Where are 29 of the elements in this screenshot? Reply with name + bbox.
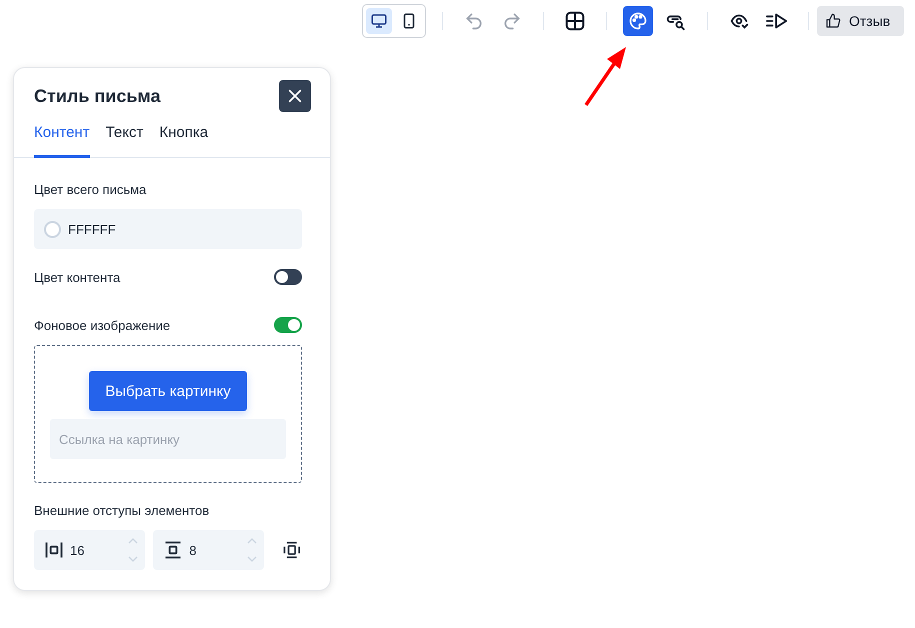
tab[interactable]: Текст	[106, 120, 144, 158]
close-button[interactable]	[279, 80, 311, 112]
thumbs-up-icon	[825, 13, 841, 29]
panel-title: Стиль письма	[34, 86, 160, 106]
choose-image-button[interactable]: Выбрать картинку	[89, 371, 247, 411]
spacing-link-icon[interactable]	[282, 540, 302, 560]
number-field[interactable]: 8	[153, 530, 264, 570]
field-label: Цвет контента	[34, 270, 120, 284]
color-field[interactable]: FFFFFF	[34, 209, 302, 249]
grid-icon	[564, 10, 586, 32]
palette-button[interactable]	[623, 6, 653, 36]
toggle-switch[interactable]	[274, 269, 302, 285]
field-label: Внешние отступы элементов	[34, 503, 210, 518]
vertical-spacing-icon	[163, 540, 184, 560]
redo-icon	[502, 11, 522, 31]
undo-icon	[464, 11, 484, 31]
field-label: Фоновое изображение	[34, 318, 170, 332]
monitor-icon	[370, 12, 388, 30]
desktop-button[interactable]	[366, 8, 392, 34]
palette-icon	[628, 11, 648, 31]
tab[interactable]: Кнопка	[159, 120, 208, 158]
field-label: Цвет всего письма	[34, 182, 148, 197]
close-icon	[286, 87, 304, 105]
image-url-field[interactable]: Ссылка на картинку	[50, 419, 286, 459]
number-field[interactable]: 16	[34, 530, 146, 570]
tab[interactable]: Контент	[34, 120, 90, 158]
horizontal-spacing-icon	[44, 540, 64, 560]
toggle-switch[interactable]	[274, 317, 302, 333]
feedback-button[interactable]: Отзыв	[817, 6, 904, 36]
